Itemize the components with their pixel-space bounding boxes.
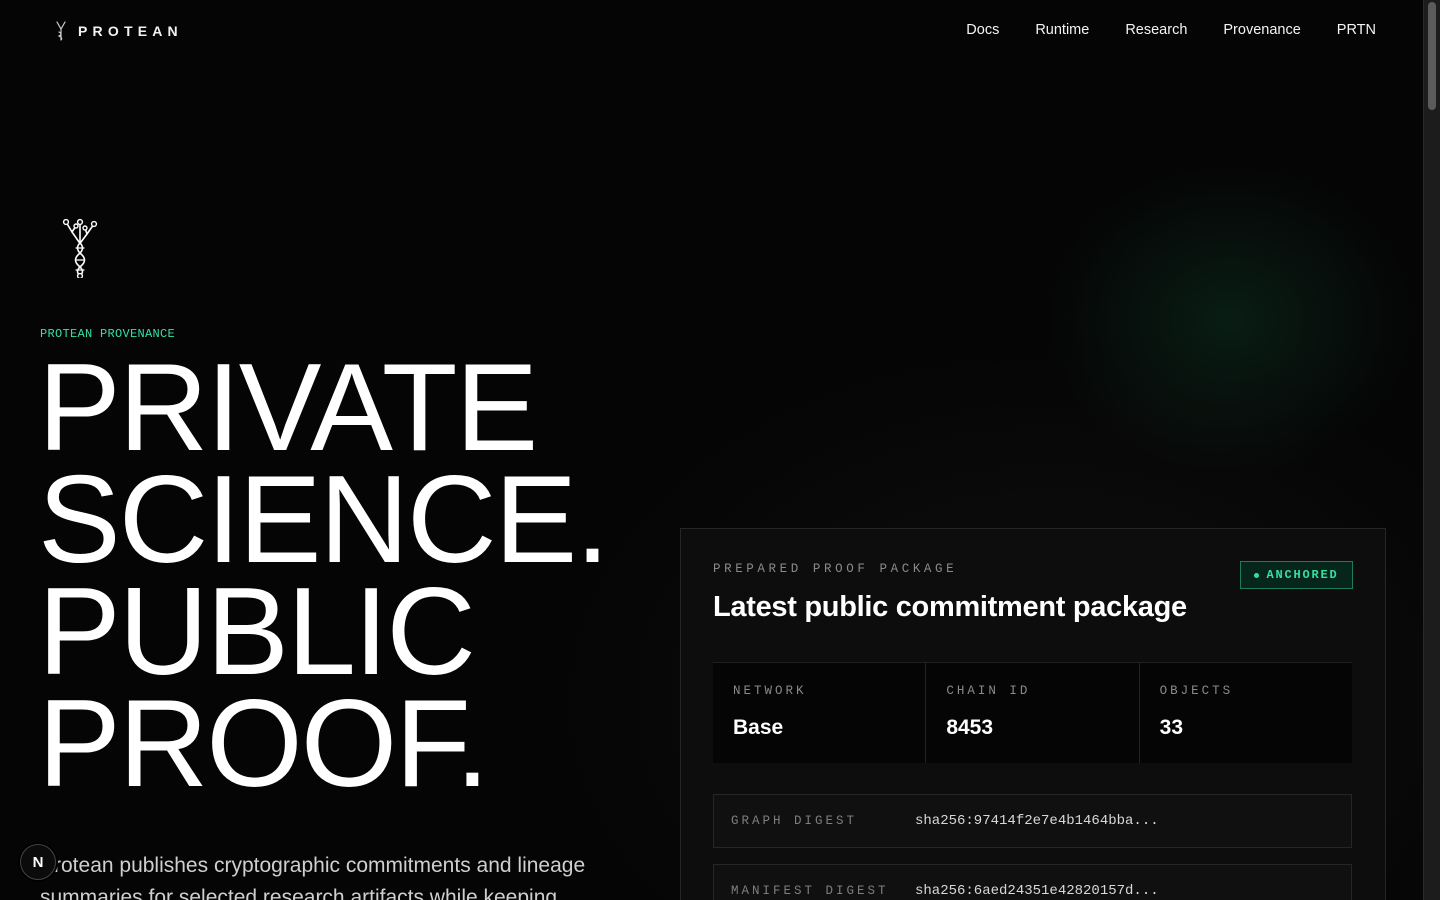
- hero-headline: PRIVATE SCIENCE. PUBLIC PROOF.: [38, 339, 610, 813]
- stat-network: NETWORK Base: [713, 663, 927, 763]
- status-label: ANCHORED: [1266, 568, 1339, 582]
- headline-line: SCIENCE.: [38, 451, 610, 589]
- digest-value[interactable]: sha256:6aed24351e42820157d...: [915, 883, 1159, 899]
- nav-docs[interactable]: Docs: [966, 22, 999, 38]
- brand-name: PROTEAN: [78, 23, 183, 39]
- protean-logo-icon: [56, 21, 66, 41]
- card-kicker: PREPARED PROOF PACKAGE: [713, 562, 958, 576]
- status-dot-icon: [1254, 572, 1260, 578]
- page-scrollbar[interactable]: [1423, 0, 1440, 900]
- headline-line: PRIVATE: [38, 339, 538, 477]
- stat-chain-id: CHAIN ID 8453: [926, 663, 1140, 763]
- hero-description: Protean publishes cryptographic commitme…: [40, 854, 586, 900]
- top-navigation: PROTEAN Docs Runtime Research Provenance…: [0, 0, 1424, 64]
- main-nav: Docs Runtime Research Provenance PRTN: [966, 22, 1376, 38]
- stat-label: OBJECTS: [1159, 684, 1234, 698]
- brand-link[interactable]: PROTEAN: [54, 21, 183, 41]
- dna-tree-logo-icon: [62, 218, 98, 278]
- stat-value: 8453: [946, 716, 994, 739]
- nav-provenance[interactable]: Provenance: [1223, 22, 1300, 38]
- stat-objects: OBJECTS 33: [1139, 663, 1352, 763]
- anchored-status-badge: ANCHORED: [1240, 561, 1353, 589]
- card-title: Latest public commitment package: [713, 591, 1187, 623]
- manifest-digest-row: MANIFEST DIGEST sha256:6aed24351e4282015…: [713, 864, 1352, 900]
- stat-label: CHAIN ID: [946, 684, 1031, 698]
- nextjs-badge-icon[interactable]: N: [20, 844, 56, 880]
- stat-label: NETWORK: [733, 684, 807, 698]
- stat-value: 33: [1159, 716, 1184, 739]
- headline-line: PUBLIC: [38, 563, 476, 701]
- nav-runtime[interactable]: Runtime: [1035, 22, 1089, 38]
- stat-value: Base: [733, 716, 784, 739]
- scrollbar-thumb[interactable]: [1428, 2, 1436, 110]
- nav-prtn[interactable]: PRTN: [1337, 22, 1376, 38]
- digest-label: MANIFEST DIGEST: [731, 884, 889, 898]
- digest-value[interactable]: sha256:97414f2e7e4b1464bba...: [915, 813, 1159, 829]
- digest-label: GRAPH DIGEST: [731, 814, 858, 828]
- headline-line: PROOF.: [38, 675, 490, 813]
- graph-digest-row: GRAPH DIGEST sha256:97414f2e7e4b1464bba.…: [713, 794, 1352, 848]
- nav-research[interactable]: Research: [1125, 22, 1187, 38]
- chain-stats: NETWORK Base CHAIN ID 8453 OBJECTS 33: [713, 662, 1352, 763]
- page: PROTEAN Docs Runtime Research Provenance…: [0, 0, 1440, 900]
- proof-package-card: PREPARED PROOF PACKAGE Latest public com…: [680, 528, 1386, 900]
